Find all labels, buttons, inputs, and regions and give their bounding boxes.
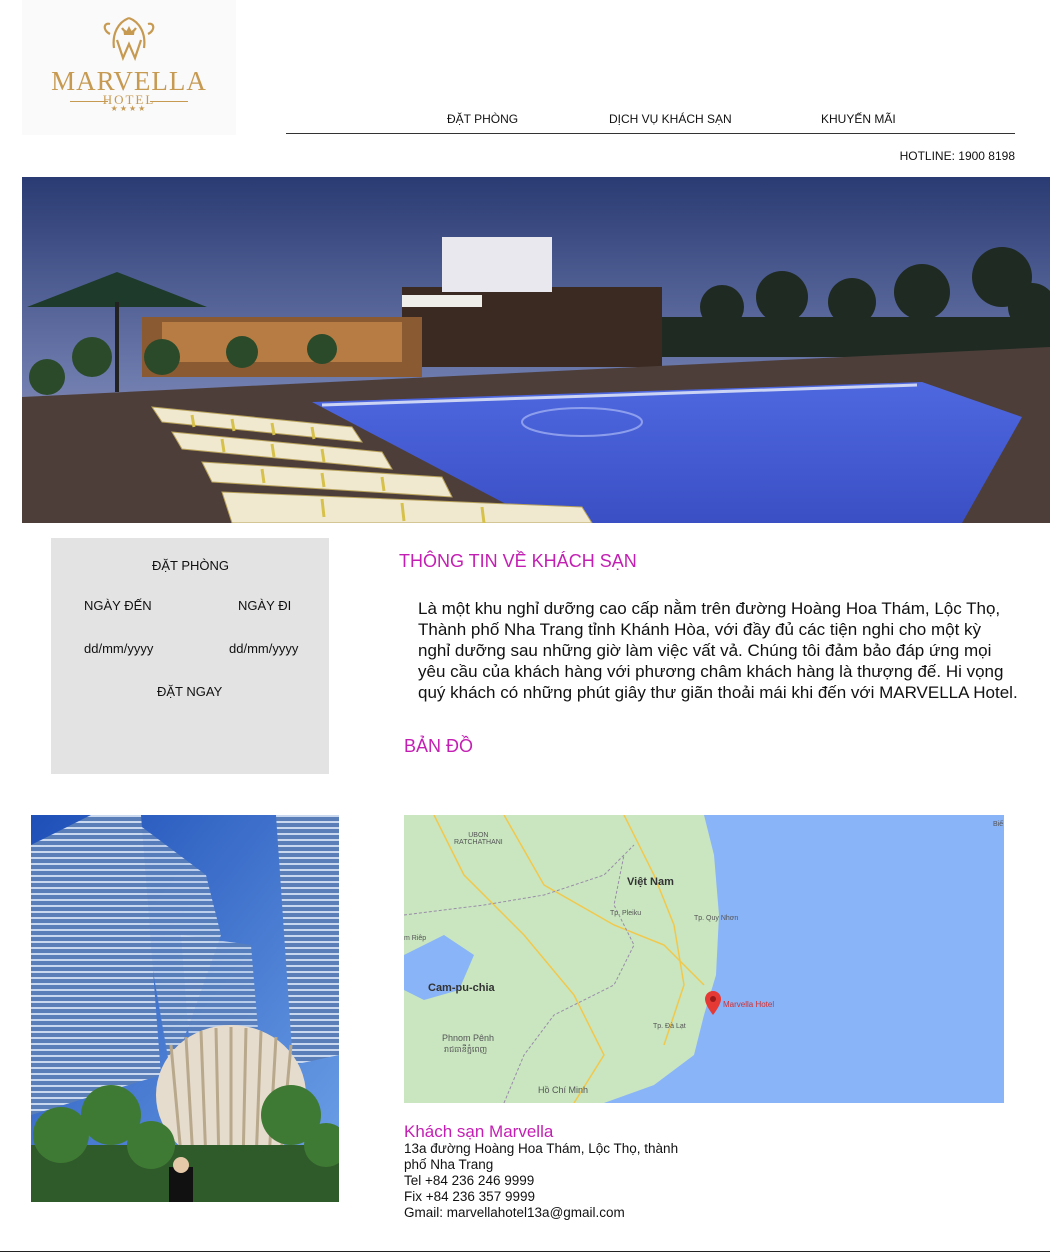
booking-panel: ĐẶT PHÒNG NGÀY ĐẾN NGÀY ĐI dd/mm/yyyy dd… bbox=[51, 538, 329, 774]
map-marker-icon[interactable] bbox=[704, 991, 722, 1017]
map-label-ubon: UBON RATCHATHANI bbox=[454, 832, 503, 846]
map-label-cambodia: Cam-pu-chia bbox=[428, 982, 495, 994]
info-line: Là một khu nghỉ dưỡng cao cấp nằm trên đ… bbox=[418, 599, 1001, 618]
info-line: quý khách có những phút giây thư giãn th… bbox=[418, 683, 1018, 702]
location-map[interactable]: Việt Nam Cam-pu-chia Phnom Pênh រាជធានីភ… bbox=[404, 815, 1004, 1103]
contact-tel: Tel +84 236 246 9999 bbox=[404, 1173, 535, 1188]
logo-stars: ★★★★ bbox=[110, 104, 148, 113]
map-label-quynhon: Tp. Quy Nhơn bbox=[694, 915, 739, 922]
contact-address-1: 13a đường Hoàng Hoa Thám, Lộc Thọ, thành bbox=[404, 1141, 679, 1156]
contact-fax: Fix +84 236 357 9999 bbox=[404, 1189, 535, 1204]
contact-name: Khách sạn Marvella bbox=[404, 1122, 554, 1141]
contact-email[interactable]: Gmail: marvellahotel13a@gmail.com bbox=[404, 1205, 694, 1221]
depart-label: NGÀY ĐI bbox=[238, 598, 292, 613]
map-label-hcm: Hồ Chí Minh bbox=[538, 1085, 589, 1095]
hotel-building-image bbox=[31, 815, 339, 1202]
depart-date-input[interactable]: dd/mm/yyyy bbox=[229, 641, 298, 656]
info-title: THÔNG TIN VỀ KHÁCH SẠN bbox=[399, 551, 637, 571]
info-line: nghỉ dưỡng sau những giờ làm việc vất vả… bbox=[418, 641, 992, 660]
map-label-siem-reap: m Riêp bbox=[404, 935, 427, 942]
arrive-date-input[interactable]: dd/mm/yyyy bbox=[84, 641, 153, 656]
hotline: HOTLINE: 1900 8198 bbox=[899, 149, 1015, 163]
book-now-button[interactable]: ĐẶT NGAY bbox=[157, 684, 222, 699]
nav-hotel-services[interactable]: DỊCH VỤ KHÁCH SẠN bbox=[609, 112, 732, 126]
map-label-phnom-penh-khmer: រាជធានីភ្នំពេញ bbox=[444, 1045, 488, 1054]
nav-booking[interactable]: ĐẶT PHÒNG bbox=[447, 112, 518, 126]
info-text: Là một khu nghỉ dưỡng cao cấp nằm trên đ… bbox=[418, 598, 1048, 703]
info-line: Thành phố Nha Trang tỉnh Khánh Hòa, với … bbox=[418, 620, 982, 639]
nav-divider bbox=[286, 133, 1015, 134]
map-marker-label: Marvella Hotel bbox=[723, 1000, 775, 1009]
map-label-vietnam: Việt Nam bbox=[627, 876, 674, 888]
map-label-pleiku: Tp. Pleiku bbox=[610, 910, 642, 917]
map-label-phnom-penh: Phnom Pênh bbox=[442, 1033, 495, 1043]
nav-promotions[interactable]: KHUYẾN MÃI bbox=[821, 112, 896, 126]
map-label-sea: Biể bbox=[993, 821, 1004, 828]
contact-address-2: phố Nha Trang bbox=[404, 1157, 494, 1172]
booking-title: ĐẶT PHÒNG bbox=[152, 558, 230, 573]
logo[interactable]: MARVELLA HOTEL ★★★★ bbox=[22, 0, 236, 135]
map-label-dalat: Tp. Đà Lạt bbox=[653, 1023, 686, 1030]
map-title: BẢN ĐỒ bbox=[404, 736, 474, 756]
hero-pool-image bbox=[22, 177, 1050, 523]
info-line: yêu cầu của khách hàng với phương châm k… bbox=[418, 662, 1004, 681]
footer-divider bbox=[0, 1251, 1050, 1252]
logo-emblem-icon bbox=[103, 16, 155, 62]
arrive-label: NGÀY ĐẾN bbox=[84, 598, 152, 613]
